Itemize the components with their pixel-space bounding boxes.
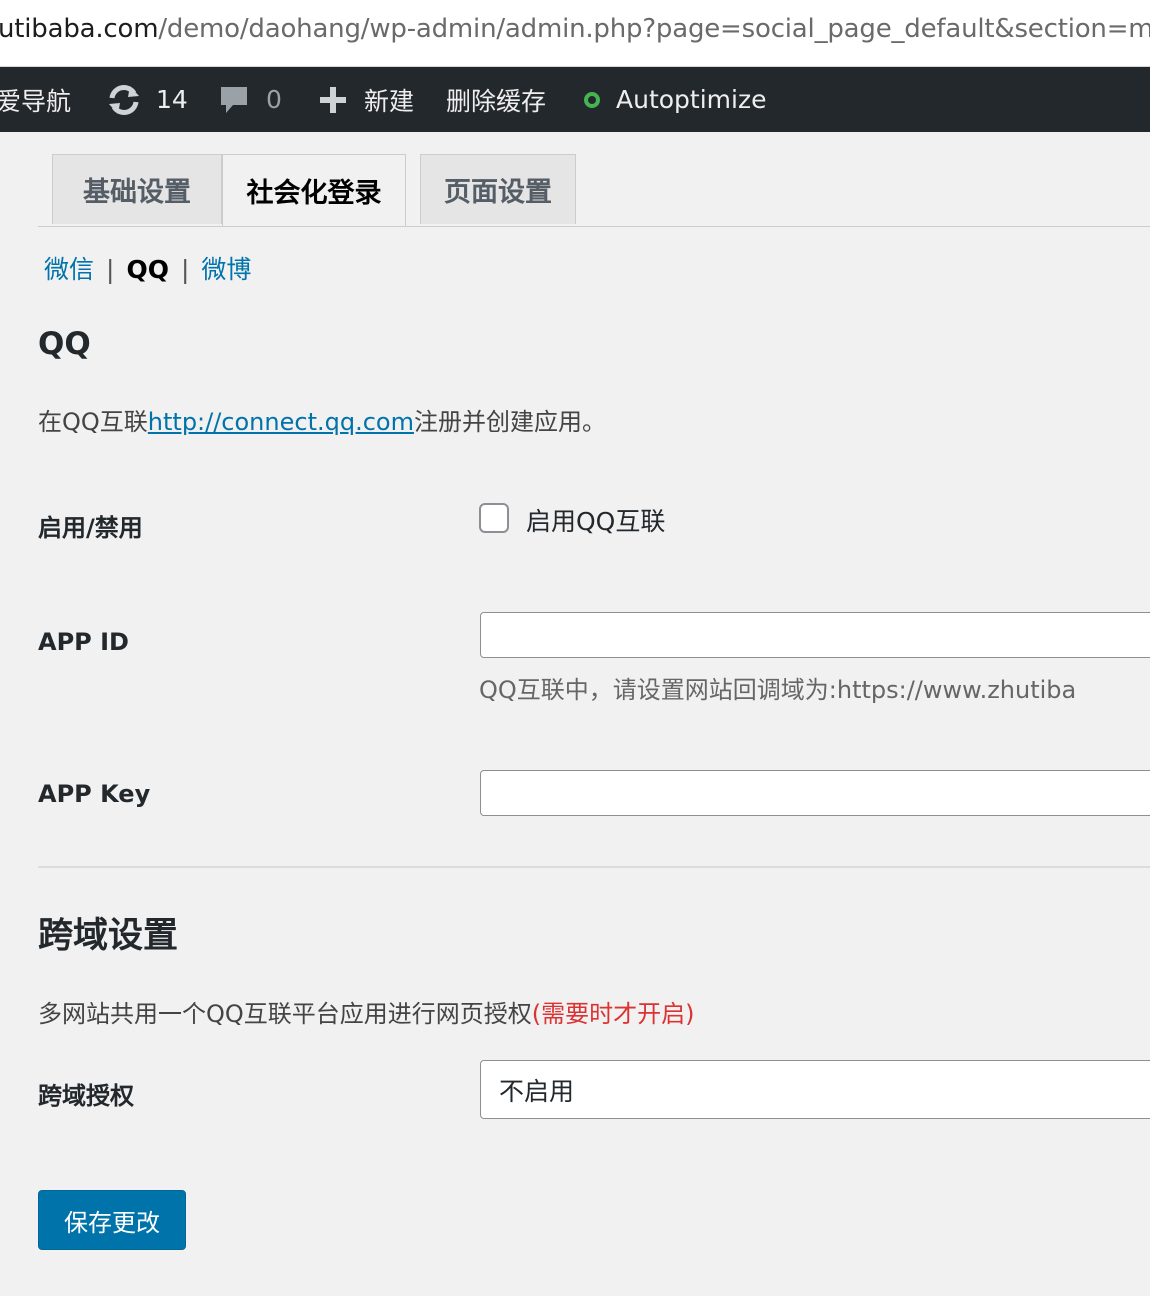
browser-address-bar[interactable]: utibaba.com/demo/daohang/wp-admin/admin.… (0, 0, 1150, 67)
autoptimize-label: Autoptimize (616, 85, 767, 114)
app-key-label: APP Key (38, 780, 151, 808)
tab-social-login[interactable]: 社会化登录 (222, 154, 406, 226)
tab-label: 基础设置 (83, 177, 191, 208)
subnav-separator: | (180, 255, 190, 284)
tab-basic-settings[interactable]: 基础设置 (52, 154, 222, 224)
clear-cache-link[interactable]: 删除缓存 (446, 67, 546, 132)
cross-domain-description: 多网站共用一个QQ互联平台应用进行网页授权(需要时才开启) (38, 994, 695, 1029)
subnav-qq-current: QQ (126, 255, 169, 284)
cross-domain-auth-select[interactable]: 不启用 (480, 1060, 1150, 1119)
enable-qq-checkbox[interactable] (479, 503, 509, 533)
app-id-input[interactable] (480, 612, 1150, 658)
desc-prefix: 在QQ互联 (38, 408, 148, 436)
enable-qq-checkbox-label[interactable]: 启用QQ互联 (526, 502, 665, 538)
refresh-icon (109, 84, 139, 115)
new-content-link[interactable]: 新建 (318, 67, 414, 132)
comments-count: 0 (266, 85, 282, 114)
new-label: 新建 (364, 86, 415, 116)
site-name-link[interactable]: 爱导航 (0, 67, 71, 132)
section-divider (38, 866, 1150, 868)
autoptimize-link[interactable]: Autoptimize (584, 67, 766, 132)
desc-suffix: 注册并创建应用。 (413, 408, 606, 436)
cross-desc-text: 多网站共用一个QQ互联平台应用进行网页授权 (38, 1000, 532, 1028)
updates-count: 14 (156, 85, 188, 114)
save-changes-button[interactable]: 保存更改 (38, 1190, 186, 1250)
clear-cache-label: 删除缓存 (446, 86, 547, 116)
site-name: 爱导航 (0, 86, 72, 116)
settings-tabs: 基础设置 社会化登录 页面设置 (38, 154, 1150, 227)
app-id-help-text: QQ互联中，请设置网站回调域为:https://www.zhutiba (479, 676, 1077, 704)
section-subnav: 微信 | QQ | 微博 (44, 250, 251, 286)
subnav-wechat-link[interactable]: 微信 (44, 255, 94, 284)
tab-label: 社会化登录 (246, 178, 382, 209)
status-circle-icon (584, 91, 600, 108)
enable-label: 启用/禁用 (38, 514, 143, 542)
qq-section-description: 在QQ互联http://connect.qq.com注册并创建应用。 (38, 402, 606, 437)
subnav-weibo-link[interactable]: 微博 (201, 255, 251, 284)
cross-domain-section-title: 跨域设置 (38, 916, 179, 956)
url-host: utibaba.com (0, 14, 159, 44)
url-text[interactable]: utibaba.com/demo/daohang/wp-admin/admin.… (0, 14, 1150, 44)
app-key-input[interactable] (480, 770, 1150, 816)
cross-desc-note: (需要时才开启) (531, 1000, 695, 1028)
tab-label: 页面设置 (444, 177, 552, 208)
url-path: /demo/daohang/wp-admin/admin.php?page=so… (158, 14, 1150, 44)
select-value: 不启用 (499, 1076, 575, 1106)
save-button-label: 保存更改 (64, 1208, 160, 1237)
qq-section-title: QQ (38, 326, 91, 362)
updates-link[interactable]: 14 (106, 67, 188, 132)
plus-icon (320, 86, 346, 113)
admin-bar: 爱导航 14 0 新建 删除缓存 Autoptimize (0, 67, 1150, 132)
app-id-label: APP ID (38, 628, 129, 656)
qq-connect-link[interactable]: http://connect.qq.com (148, 408, 414, 436)
subnav-separator: | (106, 255, 115, 284)
tab-page-settings[interactable]: 页面设置 (420, 154, 576, 224)
comments-link[interactable]: 0 (218, 67, 282, 132)
comment-icon (221, 86, 247, 113)
cross-domain-auth-label: 跨域授权 (38, 1082, 134, 1110)
